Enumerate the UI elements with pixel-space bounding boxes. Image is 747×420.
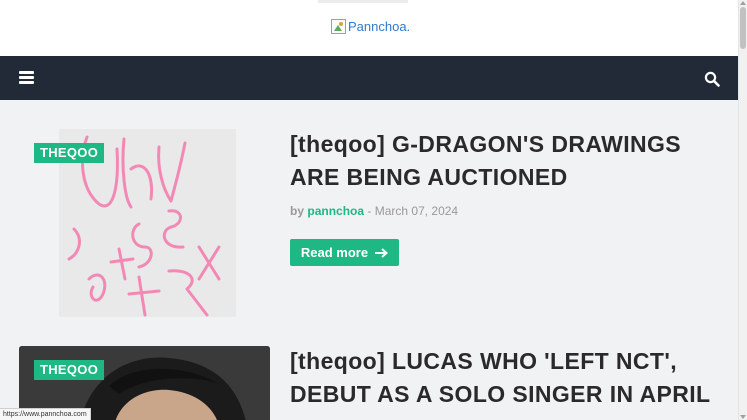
- site-header: Pannchoa.: [0, 0, 738, 56]
- scroll-down-arrow-icon[interactable]: [740, 415, 746, 419]
- post-author[interactable]: pannchoa: [307, 204, 364, 218]
- category-tag[interactable]: THEQOO: [34, 360, 105, 380]
- scrollbar-thumb[interactable]: [740, 7, 746, 49]
- post-list: THEQOO [theqoo] G-DRAGON'S DRAWINGS ARE …: [0, 100, 738, 420]
- search-icon[interactable]: [704, 71, 720, 87]
- post-title[interactable]: [theqoo] G-DRAGON'S DRAWINGS ARE BEING A…: [290, 128, 720, 194]
- post-title[interactable]: [theqoo] LUCAS WHO 'LEFT NCT', DEBUT AS …: [290, 345, 720, 411]
- site-logo[interactable]: Pannchoa.: [331, 19, 410, 34]
- arrow-right-icon: [375, 247, 389, 258]
- read-more-label: Read more: [300, 245, 369, 260]
- broken-image-icon: [331, 19, 346, 34]
- meta-separator: -: [367, 204, 372, 218]
- read-more-button[interactable]: Read more: [290, 239, 399, 266]
- link-status-bar: https://www.pannchoa.com: [0, 408, 91, 420]
- category-tag[interactable]: THEQOO: [34, 143, 105, 163]
- page: Pannchoa. THEQOO [theqoo] G-DRAGON'S DRA…: [0, 0, 747, 420]
- post-date: March 07, 2024: [374, 204, 459, 218]
- scroll-up-arrow-icon[interactable]: [740, 1, 746, 5]
- logo-alt-text: Pannchoa.: [348, 19, 411, 34]
- main-navbar: [0, 56, 738, 100]
- meta-by-label: by: [290, 204, 305, 218]
- bars-icon[interactable]: [19, 71, 34, 84]
- post-meta: by pannchoa - March 07, 2024: [290, 204, 458, 218]
- page-scrollbar[interactable]: [738, 0, 747, 420]
- header-strip: [318, 0, 408, 3]
